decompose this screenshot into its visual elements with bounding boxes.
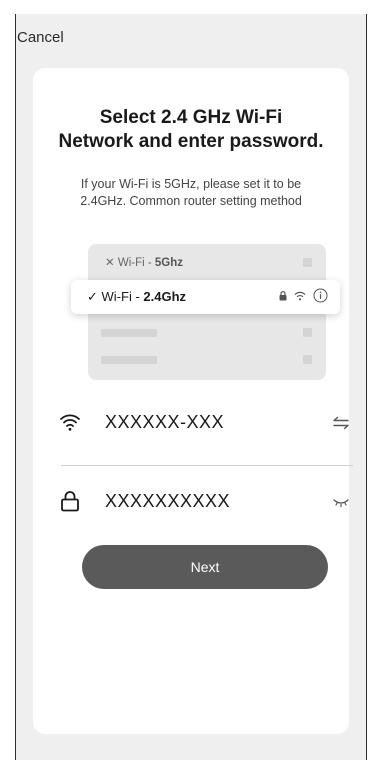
- placeholder-bar: [101, 356, 157, 364]
- password-value[interactable]: XXXXXXXXXX: [105, 491, 230, 512]
- cancel-button[interactable]: Cancel: [17, 29, 64, 46]
- wifi-icon: [60, 414, 80, 431]
- placeholder-square: [303, 355, 312, 364]
- network-value[interactable]: XXXXXX-XXX: [105, 412, 224, 433]
- title-line-2: Network and enter password.: [58, 131, 324, 152]
- illustration-wifi-5ghz-prefix: Wi-Fi -: [117, 257, 155, 269]
- lock-icon: [61, 491, 79, 512]
- instruction-line-1: If your Wi-Fi is 5GHz, please set it to …: [80, 177, 302, 191]
- placeholder-square: [303, 328, 312, 337]
- field-divider: [61, 465, 353, 466]
- next-button[interactable]: Next: [82, 545, 328, 589]
- illustration-wifi-5ghz-band: 5Ghz: [154, 257, 184, 269]
- title-line-1: Select 2.4 GHz Wi-Fi: [99, 107, 283, 128]
- placeholder-square: [303, 258, 312, 267]
- illustration-wifi-24ghz-band: 2.4Ghz: [143, 289, 187, 304]
- placeholder-bar: [101, 329, 157, 337]
- lock-icon: [279, 290, 287, 300]
- info-icon: [313, 288, 328, 303]
- page-title: Select 2.4 GHz Wi-Fi Network and enter p…: [33, 106, 349, 154]
- network-field[interactable]: XXXXXX-XXX: [59, 401, 351, 445]
- wifi-setup-card: Select 2.4 GHz Wi-Fi Network and enter p…: [33, 68, 353, 734]
- close-icon: ✕: [105, 257, 115, 269]
- illustration-row-5ghz: ✕ Wi-Fi - 5Ghz: [88, 250, 326, 276]
- switch-network-icon[interactable]: [331, 413, 351, 433]
- instruction-line-2: 2.4GHz. Common router setting method: [80, 194, 302, 208]
- password-field[interactable]: XXXXXXXXXX: [59, 480, 351, 524]
- instruction-text: If your Wi-Fi is 5GHz, please set it to …: [33, 176, 349, 210]
- illustration-wifi-24ghz-prefix: Wi-Fi -: [101, 289, 144, 304]
- wifi-icon: [294, 291, 306, 300]
- check-icon: ✓: [87, 289, 98, 304]
- eye-closed-icon[interactable]: [331, 492, 351, 512]
- illustration-selected-network: ✓ Wi-Fi - 2.4Ghz: [71, 280, 340, 314]
